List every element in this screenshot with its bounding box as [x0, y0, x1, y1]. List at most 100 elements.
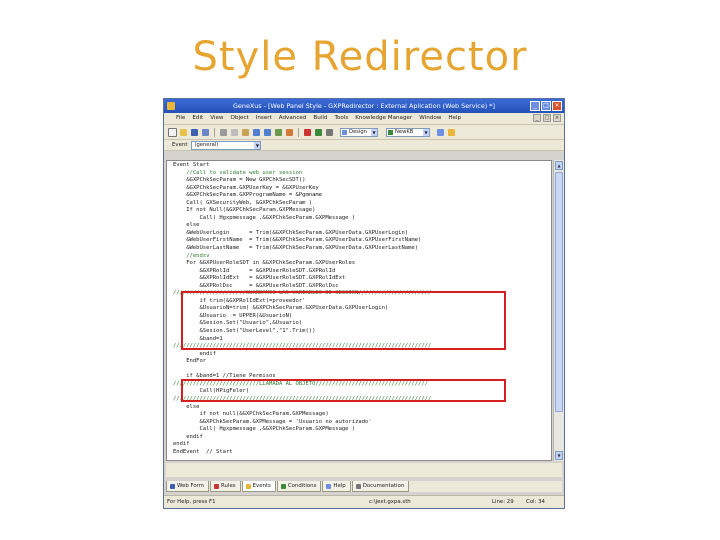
save-all-icon[interactable] — [201, 128, 210, 137]
mdi-minimize-button[interactable]: _ — [533, 114, 541, 122]
close-button[interactable]: × — [552, 101, 562, 111]
status-help-text: For Help, press F1 — [167, 499, 216, 505]
menu-build[interactable]: Build — [313, 113, 327, 124]
design-icon — [342, 129, 347, 135]
maximize-button[interactable]: □ — [541, 101, 551, 111]
properties-icon[interactable] — [285, 128, 294, 137]
editor-tabs: Web Form Rules Events Conditions Help Do… — [166, 481, 562, 492]
tab-web-form[interactable]: Web Form — [166, 481, 210, 492]
chevron-down-icon: ▼ — [371, 128, 377, 136]
menu-insert[interactable]: Insert — [256, 113, 272, 124]
code-line: &WebUserFirstName = Trim(&GXPChkSecParam… — [173, 237, 422, 244]
editor-bottom-panel — [166, 463, 562, 477]
save-icon[interactable] — [190, 128, 199, 137]
mdi-restore-button[interactable]: □ — [543, 114, 551, 122]
code-line: endif — [173, 441, 190, 448]
code-line: &GXPRolId = &GXPUserRoleSDT.GXPRolId — [173, 267, 336, 274]
documentation-icon — [355, 483, 361, 489]
menu-advanced[interactable]: Advanced — [279, 113, 307, 124]
code-line: If not Null(&GXPChkSecParam.GXPMessage) — [173, 207, 316, 214]
code-line: &GXPChkSecParam.GXPProgramName = &Pgmnam… — [173, 192, 323, 199]
cut-icon[interactable] — [219, 128, 228, 137]
highlight-box-call — [181, 379, 506, 402]
code-line: &GXPRolIdExt = &GXPUserRoleSDT.GXPRolIdE… — [173, 275, 346, 282]
code-line: &GXPChkSecParam.GXPUserKey = &GXPUserKey — [173, 184, 319, 191]
model-combo[interactable]: NewKB ▼ — [386, 127, 430, 137]
undo-icon[interactable] — [252, 128, 261, 137]
code-line: EndFor — [173, 358, 207, 365]
window-titlebar: GeneXus - [Web Panel Style - GXPRedirect… — [164, 99, 564, 113]
design-combo[interactable]: Design ▼ — [340, 127, 378, 137]
code-line: For &GXPUserRoleSDT in &GXPChkSecParam.G… — [173, 260, 356, 267]
menu-help[interactable]: Help — [448, 113, 461, 124]
tab-help[interactable]: Help — [322, 481, 351, 492]
paste-icon[interactable] — [241, 128, 250, 137]
window-title: GeneXus - [Web Panel Style - GXPRedirect… — [233, 102, 495, 110]
menu-edit[interactable]: Edit — [192, 113, 203, 124]
code-line: endif — [173, 350, 217, 357]
code-line: &GXPChkSecParam.GXPMessage = 'Usuario no… — [173, 418, 372, 425]
code-line: Call( Hgxpmessage ,&GXPChkSecParam.GXPMe… — [173, 214, 356, 221]
tab-events[interactable]: Events — [241, 481, 276, 492]
find-icon[interactable] — [274, 128, 283, 137]
code-line: //Call to validate web user session — [173, 169, 303, 176]
copy-icon[interactable] — [230, 128, 239, 137]
toolbar-separator — [214, 127, 215, 137]
menu-bar: File Edit View Object Insert Advanced Bu… — [164, 113, 564, 124]
genexus-window: GeneXus - [Web Panel Style - GXPRedirect… — [163, 98, 565, 509]
open-icon[interactable] — [179, 128, 188, 137]
code-line: &GXPRolDsc = &GXPUserRoleSDT.GXPRolDsc — [173, 282, 339, 289]
scroll-up-icon[interactable]: ▲ — [555, 161, 563, 170]
conditions-icon — [280, 483, 286, 489]
menu-tools[interactable]: Tools — [334, 113, 348, 124]
build-icon[interactable] — [303, 128, 312, 137]
rules-icon — [214, 483, 220, 489]
menu-window[interactable]: Window — [419, 113, 441, 124]
code-line: Call( Hgxpmessage ,&GXPChkSecParam.GXPMe… — [173, 426, 356, 433]
menu-knowledge-manager[interactable]: Knowledge Manager — [355, 113, 412, 124]
status-bar: For Help, press F1 c:\jext.gxpa.sth Line… — [164, 495, 564, 508]
model-icon — [388, 129, 393, 135]
code-line: &WebUserLogin = Trim(&GXPChkSecParam.GXP… — [173, 229, 409, 236]
mdi-controls: _ □ × — [533, 114, 561, 122]
chevron-down-icon: ▼ — [423, 128, 429, 136]
tab-conditions[interactable]: Conditions — [276, 481, 322, 492]
mdi-close-button[interactable]: × — [553, 114, 561, 122]
code-line: &GXPChkSecParam = New GXPChkSecSDT() — [173, 177, 306, 184]
status-col: Col: 34 — [526, 499, 545, 505]
tab-documentation[interactable]: Documentation — [351, 481, 410, 492]
code-line: else — [173, 222, 200, 229]
menu-file[interactable]: File — [176, 113, 185, 124]
toolbar-separator — [298, 127, 299, 137]
help-icon[interactable] — [447, 128, 456, 137]
run-icon[interactable] — [314, 128, 323, 137]
window-controls: _ □ × — [530, 101, 562, 111]
vertical-scrollbar[interactable]: ▲ ▼ — [553, 160, 564, 461]
new-icon[interactable] — [168, 127, 177, 137]
status-line: Line: 29 — [492, 499, 514, 505]
web-form-icon — [170, 483, 175, 489]
events-icon — [245, 483, 251, 489]
code-line: //endsv — [173, 252, 210, 259]
event-label: Event — [172, 142, 188, 148]
redo-icon[interactable] — [263, 128, 272, 137]
event-combo[interactable]: (general) ▼ — [191, 140, 262, 150]
code-line: &WebUserLastName = Trim(&GXPChkSecParam.… — [173, 245, 419, 252]
toolbar: Design ▼ NewKB ▼ — [164, 124, 564, 140]
rebuild-icon[interactable] — [325, 128, 334, 137]
kb-icon[interactable] — [436, 128, 445, 137]
code-line: EndEvent // Start — [173, 448, 233, 455]
menu-object[interactable]: Object — [231, 113, 249, 124]
scroll-down-icon[interactable]: ▼ — [555, 451, 563, 460]
menu-view[interactable]: View — [210, 113, 223, 124]
minimize-button[interactable]: _ — [530, 101, 540, 111]
tab-rules[interactable]: Rules — [210, 481, 241, 492]
event-selector-bar: Event (general) ▼ — [164, 140, 564, 151]
code-line: Call( GXSecurityWeb, &GXPChkSecParam ) — [173, 199, 313, 206]
code-editor[interactable]: Event Start //Call to validate web user … — [166, 160, 552, 461]
code-line: endif — [173, 433, 203, 440]
highlight-box-session — [181, 291, 506, 350]
code-line: Event Start — [173, 162, 210, 168]
scroll-thumb[interactable] — [555, 172, 563, 412]
